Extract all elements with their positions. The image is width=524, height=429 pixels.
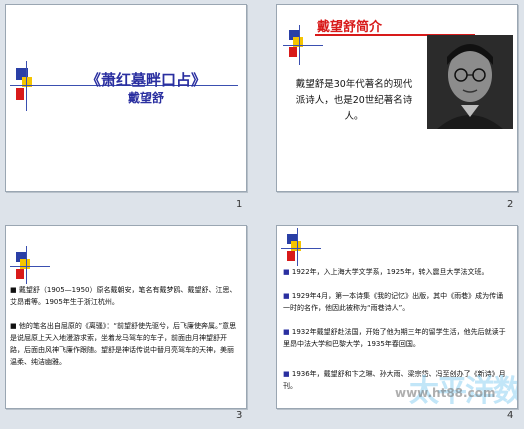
slide-1: 《萧红墓畔口占》 戴望舒 <box>5 4 247 192</box>
slide-2-body: 戴望舒是30年代著名的现代派诗人，也是20世纪著名诗人。 <box>295 79 413 122</box>
slide-number: 3 <box>236 410 243 421</box>
slide-1-author: 戴望舒 <box>127 91 164 105</box>
list-item: ■ 他的笔名出自屈原的《离骚》：“前望舒使先驱兮，后飞廉使奔属。”意思是说屈原上… <box>10 320 238 368</box>
list-item: ■ 1929年4月，第一本诗集《我的记忆》出版，其中《雨巷》成为传诵一时的名作，… <box>283 290 509 314</box>
bullet-icon: ■ <box>283 370 290 378</box>
bullet-text: 1932年戴望舒赴法国，开始了他为期三年的留学生活，他先后就读于里昂中法大学和巴… <box>283 328 506 348</box>
bullet-icon: ■ <box>283 292 290 300</box>
slide-thumbnail-1[interactable]: 《萧红墓畔口占》 戴望舒 1 <box>0 0 262 214</box>
watermark-url: www.ht88.com <box>395 386 496 400</box>
bullet-icon: ■ <box>283 328 290 336</box>
slide-thumbnail-3[interactable]: ■ 戴望舒（1905—1950）原名戴朝安，笔名有戴梦鸥、戴望舒、江思、艾昂甫等… <box>0 214 262 429</box>
slide-2: 戴望舒简介 戴望舒是30年代著名的现代派诗人，也是20世纪著名诗人。 <box>276 4 518 192</box>
list-item: ■ 1922年，入上海大学文学系，1925年，转入震旦大学法文班。 <box>283 266 509 278</box>
portrait-photo <box>427 35 513 129</box>
bullet-icon: ■ <box>10 286 17 294</box>
slide-number: 4 <box>507 410 514 421</box>
slide-1-title: 《萧红墓畔口占》 <box>85 71 206 89</box>
slide-3: ■ 戴望舒（1905—1950）原名戴朝安，笔名有戴梦鸥、戴望舒、江思、艾昂甫等… <box>5 225 247 409</box>
bullet-icon: ■ <box>283 268 290 276</box>
bullet-icon: ■ <box>10 322 17 330</box>
slide-thumbnail-2[interactable]: 戴望舒简介 戴望舒是30年代著名的现代派诗人，也是20世纪著名诗人。 2 <box>262 0 524 214</box>
bullet-text: 戴望舒（1905—1950）原名戴朝安，笔名有戴梦鸥、戴望舒、江思、艾昂甫等。1… <box>10 286 237 306</box>
bullet-text: 1922年，入上海大学文学系，1925年，转入震旦大学法文班。 <box>291 268 489 276</box>
list-item: ■ 1932年戴望舒赴法国，开始了他为期三年的留学生活，他先后就读于里昂中法大学… <box>283 326 509 350</box>
bullet-text: 1929年4月，第一本诗集《我的记忆》出版，其中《雨巷》成为传诵一时的名作，他因… <box>283 292 504 312</box>
bullet-text: 他的笔名出自屈原的《离骚》：“前望舒使先驱兮，后飞廉使奔属。”意思是说屈原上天入… <box>10 322 237 366</box>
list-item: ■ 戴望舒（1905—1950）原名戴朝安，笔名有戴梦鸥、戴望舒、江思、艾昂甫等… <box>10 284 238 308</box>
slide-2-heading: 戴望舒简介 <box>317 20 383 35</box>
slide-4: ■ 1922年，入上海大学文学系，1925年，转入震旦大学法文班。 ■ 1929… <box>276 225 518 409</box>
slide-number: 1 <box>236 199 243 210</box>
slide-number: 2 <box>507 199 514 210</box>
slide-thumbnail-4[interactable]: ■ 1922年，入上海大学文学系，1925年，转入震旦大学法文班。 ■ 1929… <box>262 214 524 429</box>
